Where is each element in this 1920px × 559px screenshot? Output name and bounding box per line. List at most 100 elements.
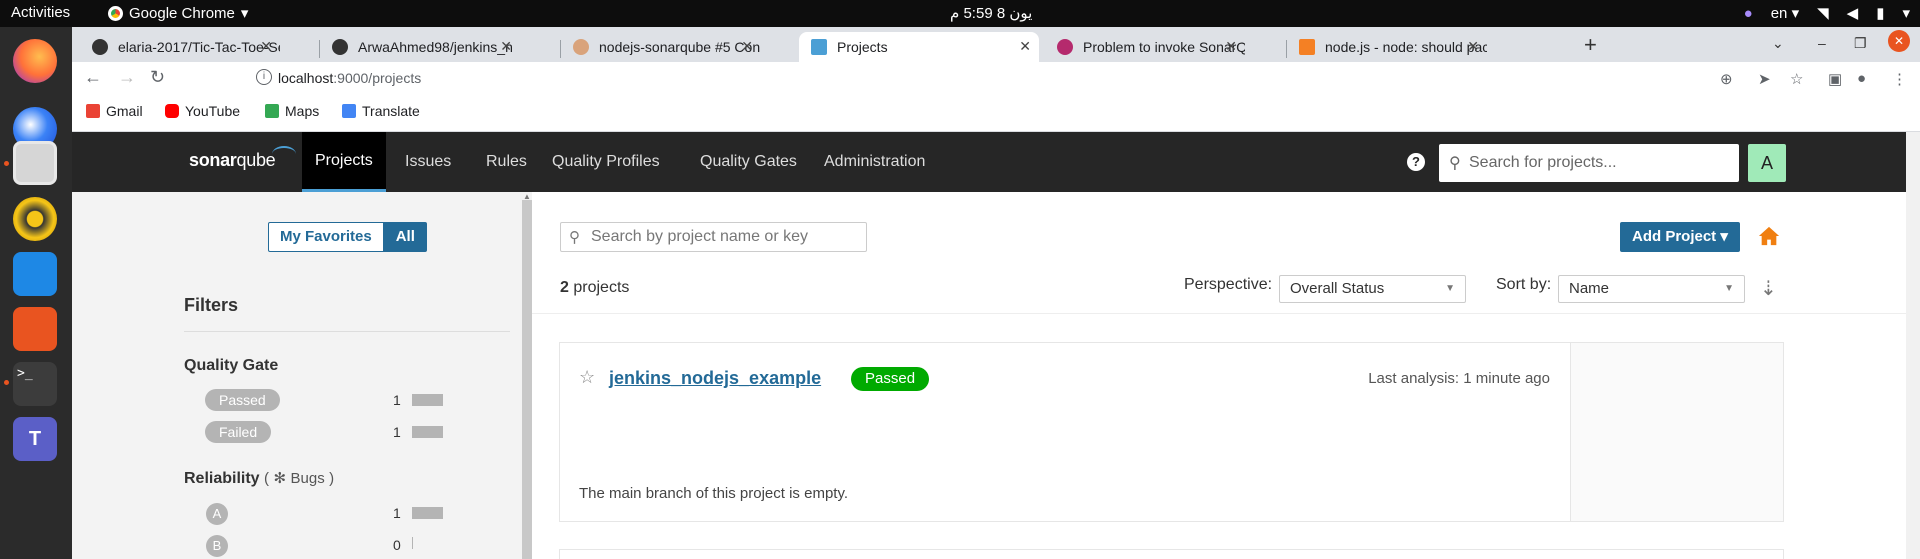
running-indicator <box>4 380 9 385</box>
battery-icon[interactable]: ▮ <box>1876 4 1884 22</box>
tab-strip: elaria-2017/Tic-Tac-Toe-Se ✕ ArwaAhmed98… <box>72 27 1920 62</box>
minimize-icon[interactable]: – <box>1818 35 1826 51</box>
nav-rules[interactable]: Rules <box>473 132 540 192</box>
url-path: :9000/projects <box>333 70 422 86</box>
close-icon[interactable]: ✕ <box>260 38 272 55</box>
accessibility-icon[interactable]: ● <box>1744 5 1753 22</box>
all-button[interactable]: All <box>383 222 427 252</box>
nav-projects[interactable]: Projects <box>302 132 386 192</box>
translate-icon <box>342 104 356 118</box>
clock[interactable]: يون 8 5:59 م <box>950 4 1032 22</box>
system-menu-chevron-icon[interactable]: ▾ <box>1902 4 1910 22</box>
project-card-side-panel <box>1570 343 1783 521</box>
new-tab-button[interactable]: + <box>1584 32 1597 58</box>
close-icon[interactable]: ✕ <box>741 38 753 55</box>
terminal-icon[interactable]: >_ <box>13 362 57 406</box>
my-favorites-button[interactable]: My Favorites <box>268 222 384 252</box>
last-analysis: Last analysis: 1 minute ago <box>1368 370 1550 387</box>
scroll-up-icon[interactable]: ▲ <box>522 192 532 201</box>
page-scrollbar[interactable] <box>1906 132 1920 559</box>
nav-quality-profiles[interactable]: Quality Profiles <box>539 132 673 192</box>
favorites-toggle: My Favorites All <box>268 222 427 252</box>
filter-failed[interactable]: Failed <box>205 421 272 443</box>
filter-passed[interactable]: Passed <box>205 389 280 411</box>
zoom-icon[interactable]: ⊕ <box>1720 70 1733 88</box>
maps-icon <box>265 104 279 118</box>
side-panel-icon[interactable]: ▣ <box>1828 70 1842 88</box>
rating-a[interactable]: A <box>206 503 228 525</box>
language-indicator[interactable]: en ▾ <box>1771 4 1799 22</box>
bookmark-translate[interactable]: Translate <box>342 103 420 119</box>
tab-nodejs-sonarqube[interactable]: nodejs-sonarqube #5 Con ✕ <box>561 32 761 62</box>
home-icon[interactable] <box>1758 225 1780 247</box>
tab-stackoverflow[interactable]: node.js - node: should pac ✕ <box>1287 32 1487 62</box>
close-icon[interactable]: ✕ <box>1467 38 1479 55</box>
status-badge: Passed <box>851 367 930 391</box>
sort-order-icon[interactable]: ⇣ <box>1760 276 1777 301</box>
tab-sonar-problem[interactable]: Problem to invoke SonarQ ✕ <box>1045 32 1245 62</box>
project-name-link[interactable]: jenkins_nodejs_example <box>609 368 821 389</box>
wifi-icon[interactable]: ◥ <box>1817 4 1829 22</box>
profile-icon[interactable]: ● <box>1857 70 1866 87</box>
ubuntu-software-icon[interactable] <box>13 307 57 351</box>
close-window-icon[interactable]: ✕ <box>1888 30 1910 52</box>
sonar-community-icon <box>1057 39 1073 55</box>
nav-administration[interactable]: Administration <box>811 132 938 192</box>
bookmark-gmail[interactable]: Gmail <box>86 103 143 119</box>
avatar[interactable]: A <box>1748 144 1786 182</box>
tab-jenkins-repo[interactable]: ArwaAhmed98/jenkins_n ✕ <box>320 32 520 62</box>
perspective-select[interactable]: Overall Status ▼ <box>1279 275 1466 303</box>
bookmark-youtube[interactable]: YouTube <box>165 103 240 119</box>
stackoverflow-icon <box>1299 39 1315 55</box>
facet-bar <box>412 507 443 519</box>
activities-button[interactable]: Activities <box>11 4 70 21</box>
github-icon <box>92 39 108 55</box>
close-icon[interactable]: ✕ <box>1019 38 1031 55</box>
tab-title: nodejs-sonarqube #5 Con <box>599 39 761 55</box>
tab-title: node.js - node: should pac <box>1325 39 1487 55</box>
browser-toolbar: ← → ↻ i localhost:9000/projects ⊕ ➤ ☆ ▣ … <box>72 62 1920 97</box>
menu-icon[interactable]: ⋮ <box>1892 70 1907 88</box>
url-text[interactable]: localhost:9000/projects <box>278 70 421 86</box>
rating-b[interactable]: B <box>206 535 228 557</box>
address-bar[interactable]: i localhost:9000/projects <box>172 65 1812 93</box>
add-project-button[interactable]: Add Project ▾ <box>1620 222 1740 252</box>
teams-icon[interactable]: T <box>13 417 57 461</box>
sort-select[interactable]: Name ▼ <box>1558 275 1745 303</box>
bookmark-maps[interactable]: Maps <box>265 103 319 119</box>
rhythmbox-icon[interactable] <box>13 197 57 241</box>
bookmark-label: Gmail <box>106 103 143 119</box>
nav-issues[interactable]: Issues <box>392 132 464 192</box>
reload-icon[interactable]: ↻ <box>150 67 165 88</box>
global-search-input[interactable] <box>1469 144 1729 182</box>
tab-projects[interactable]: Projects ✕ <box>799 32 1039 62</box>
volume-icon[interactable]: ◀ <box>1847 4 1859 22</box>
empty-branch-note: The main branch of this project is empty… <box>579 485 849 502</box>
nav-quality-gates[interactable]: Quality Gates <box>687 132 810 192</box>
help-icon[interactable]: ? <box>1407 153 1425 171</box>
files-icon[interactable] <box>13 141 57 185</box>
libreoffice-writer-icon[interactable] <box>13 252 57 296</box>
sonarqube-logo[interactable]: sonarqube <box>189 150 276 171</box>
forward-icon[interactable]: → <box>118 67 136 88</box>
sidebar-scrollbar[interactable] <box>522 200 532 559</box>
projects-main: ⚲ Add Project ▾ 2 projects Perspective: … <box>532 192 1906 559</box>
site-info-icon[interactable]: i <box>256 69 272 85</box>
firefox-icon[interactable] <box>13 39 57 83</box>
youtube-icon <box>165 104 179 118</box>
restore-icon[interactable]: ❐ <box>1854 35 1867 52</box>
project-search[interactable]: ⚲ <box>560 222 867 252</box>
chevron-down-icon: ▾ <box>240 5 249 22</box>
global-search[interactable]: ⚲ <box>1439 144 1739 182</box>
running-indicator <box>4 161 9 166</box>
app-menu[interactable]: Google Chrome ▾ <box>108 4 248 22</box>
send-icon[interactable]: ➤ <box>1758 70 1771 88</box>
bookmark-star-icon[interactable]: ☆ <box>1790 70 1803 88</box>
close-icon[interactable]: ✕ <box>1225 38 1237 55</box>
back-icon[interactable]: ← <box>84 67 102 88</box>
close-icon[interactable]: ✕ <box>500 38 512 55</box>
favorite-star-icon[interactable]: ☆ <box>579 367 595 388</box>
tab-tic-tac-toe[interactable]: elaria-2017/Tic-Tac-Toe-Se ✕ <box>80 32 280 62</box>
tab-search-icon[interactable]: ⌄ <box>1772 35 1784 52</box>
project-search-input[interactable] <box>591 223 861 251</box>
